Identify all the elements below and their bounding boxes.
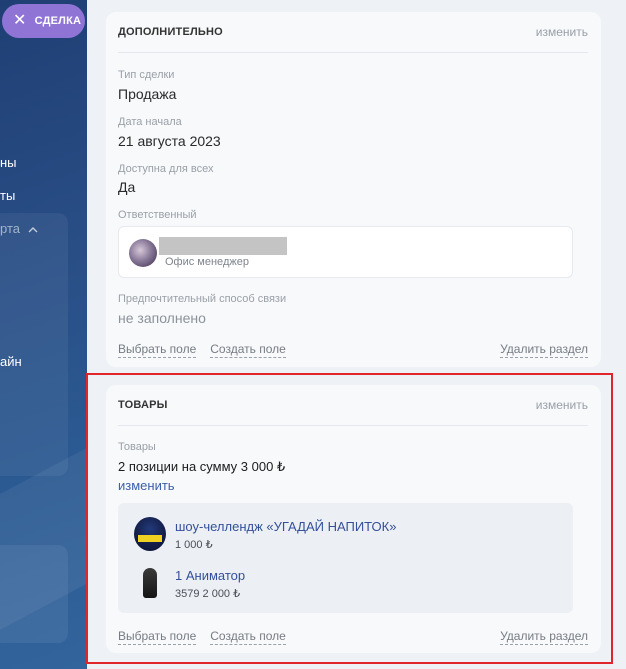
product-price: 1 000 ₺ <box>175 539 213 551</box>
chevron-up-icon <box>28 221 38 236</box>
product-title[interactable]: 1 Аниматор <box>175 568 245 583</box>
field-label-contact-method: Предпочтительный способ связи <box>118 293 287 305</box>
product-title[interactable]: шоу-челлендж «УГАДАЙ НАПИТОК» <box>175 519 396 534</box>
sidebar-item-label: рта <box>0 221 20 236</box>
goods-summary: 2 позиции на сумму 3 000 ₺ <box>118 459 286 474</box>
field-value-public: Да <box>118 179 136 195</box>
choose-field-link[interactable]: Выбрать поле <box>118 342 197 358</box>
avatar <box>129 239 157 267</box>
section-header: ТОВАРЫ изменить <box>118 385 588 426</box>
delete-section-link[interactable]: Удалить раздел <box>500 342 588 358</box>
create-field-link[interactable]: Создать поле <box>210 629 286 645</box>
deal-button-label: СДЕЛКА <box>34 15 82 27</box>
field-label-public: Доступна для всех <box>118 163 214 175</box>
responsible-user-card[interactable]: Офис менеджер <box>118 226 573 278</box>
sidebar-item-fragment[interactable]: айн <box>0 354 22 369</box>
deal-close-button[interactable]: ✕ СДЕЛКА <box>2 4 85 38</box>
field-label-goods: Товары <box>118 441 156 453</box>
create-field-link[interactable]: Создать поле <box>210 342 286 358</box>
extra-section-card: ДОПОЛНИТЕЛЬНО изменить Тип сделки Продаж… <box>106 12 601 367</box>
field-value-contact-method: не заполнено <box>118 310 206 326</box>
product-image <box>134 517 166 551</box>
edit-section-link[interactable]: изменить <box>536 25 588 39</box>
product-price: 3579 2 000 ₺ <box>175 588 241 600</box>
field-label-start-date: Дата начала <box>118 116 182 128</box>
choose-field-link[interactable]: Выбрать поле <box>118 629 197 645</box>
list-item[interactable]: 1 Аниматор 3579 2 000 ₺ <box>130 566 550 606</box>
section-footer: Выбрать поле Создать поле Удалить раздел <box>118 629 588 645</box>
left-sidebar: ны ты рта айн <box>0 0 87 669</box>
sidebar-panel-lower <box>0 545 68 643</box>
section-footer: Выбрать поле Создать поле Удалить раздел <box>118 342 588 358</box>
responsible-role: Офис менеджер <box>165 256 249 268</box>
change-goods-link[interactable]: изменить <box>118 478 175 493</box>
delete-section-link[interactable]: Удалить раздел <box>500 629 588 645</box>
section-header: ДОПОЛНИТЕЛЬНО изменить <box>118 12 588 53</box>
responsible-name-redacted <box>159 237 287 255</box>
scrollbar[interactable] <box>614 0 626 669</box>
field-label-responsible: Ответственный <box>118 209 197 221</box>
goods-section-card: ТОВАРЫ изменить Товары 2 позиции на сумм… <box>106 385 601 653</box>
sidebar-item-fragment[interactable]: ны <box>0 155 17 170</box>
field-value-start-date: 21 августа 2023 <box>118 133 221 149</box>
sidebar-item-fragment[interactable]: ты <box>0 188 15 203</box>
close-icon: ✕ <box>13 12 27 29</box>
field-label-deal-type: Тип сделки <box>118 69 175 81</box>
sidebar-panel <box>0 213 68 476</box>
sidebar-item-fragment[interactable]: рта <box>0 221 38 236</box>
list-item[interactable]: шоу-челлендж «УГАДАЙ НАПИТОК» 1 000 ₺ <box>130 517 550 557</box>
edit-section-link[interactable]: изменить <box>536 398 588 412</box>
section-title: ТОВАРЫ <box>118 399 168 411</box>
section-title: ДОПОЛНИТЕЛЬНО <box>118 26 223 38</box>
field-value-deal-type: Продажа <box>118 86 177 102</box>
product-image <box>134 566 166 600</box>
product-list: шоу-челлендж «УГАДАЙ НАПИТОК» 1 000 ₺ 1 … <box>118 503 573 613</box>
